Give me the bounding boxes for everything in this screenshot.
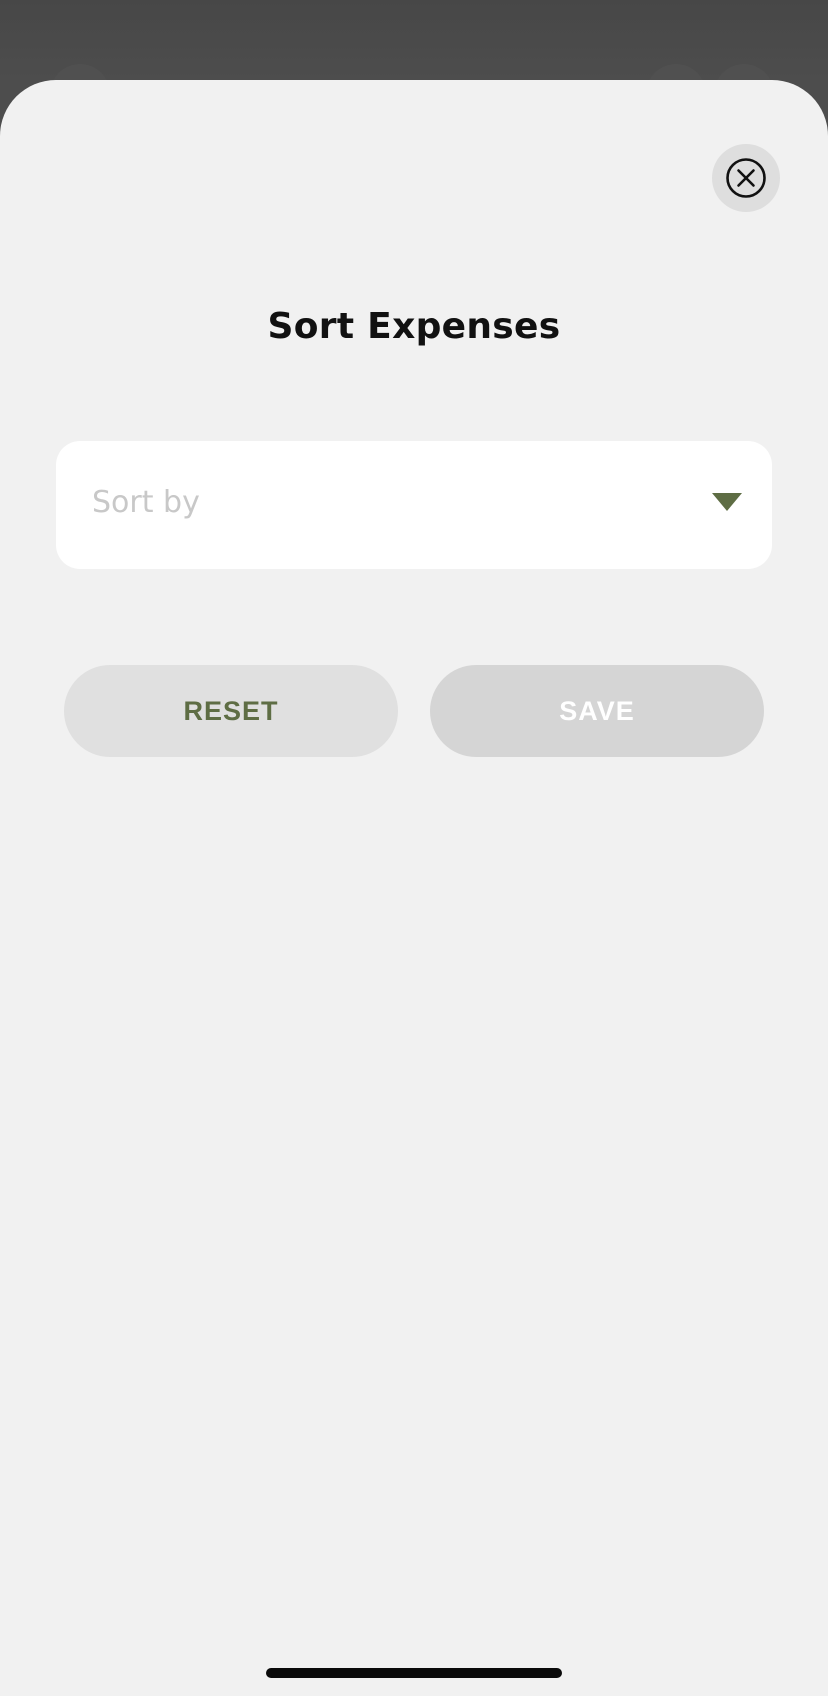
close-circle-icon: [726, 158, 766, 198]
sort-by-placeholder: Sort by: [92, 485, 200, 520]
home-indicator: [266, 1668, 562, 1678]
close-button[interactable]: [712, 144, 780, 212]
caret-down-icon: [712, 493, 742, 511]
sort-by-select[interactable]: Sort by: [56, 441, 772, 569]
save-button[interactable]: SAVE: [430, 665, 764, 757]
reset-button[interactable]: RESET: [64, 665, 398, 757]
modal-title: Sort Expenses: [267, 306, 561, 347]
sort-expenses-sheet: Sort Expenses Sort by RESET SAVE: [0, 80, 828, 1696]
